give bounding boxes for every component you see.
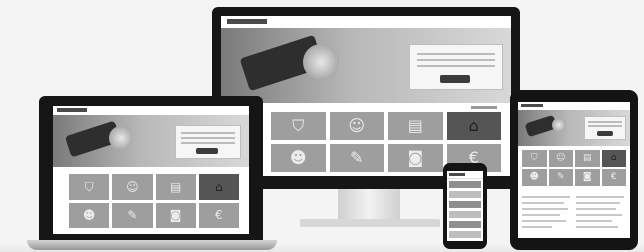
shield-icon: ⛉ <box>292 116 305 135</box>
tablet: ⛉ ☺ ▤ ⌂ ☻ ✎ ◙ € <box>510 90 638 250</box>
camera-icon: ◙ <box>407 148 424 167</box>
euro-icon: € <box>610 172 617 182</box>
phone-menu-item[interactable] <box>449 191 481 198</box>
bank-icon: ⌂ <box>468 116 479 135</box>
hero-banner <box>53 115 249 167</box>
service-tile[interactable]: ☻ <box>271 144 326 172</box>
service-tile[interactable]: ✎ <box>112 202 153 228</box>
tablet-screen: ⛉ ☺ ▤ ⌂ ☻ ✎ ◙ € <box>518 102 630 238</box>
service-tile[interactable]: € <box>601 169 626 186</box>
camera-icon: ◙ <box>169 208 182 223</box>
hero-banner <box>221 28 511 103</box>
laptop-screen: ⛉ ☺ ▤ ⌂ ☻ ✎ ◙ € <box>53 106 249 234</box>
user-icon: ☺ <box>126 179 139 194</box>
hero-callout <box>409 44 503 90</box>
document-icon: ▤ <box>407 116 423 135</box>
tools-icon: ✎ <box>127 208 138 223</box>
service-tile[interactable]: ⌂ <box>198 174 239 200</box>
service-tile[interactable]: € <box>198 202 239 228</box>
service-tile[interactable]: ⛉ <box>271 112 326 140</box>
site-logo <box>449 173 465 176</box>
laptop: ⛉ ☺ ▤ ⌂ ☻ ✎ ◙ € <box>39 96 263 244</box>
phone-menu-item[interactable] <box>449 221 481 228</box>
tools-icon: ✎ <box>556 172 565 182</box>
service-tile[interactable]: ☺ <box>112 174 153 200</box>
service-tiles: ⛉ ☺ ▤ ⌂ ☻ ✎ ◙ € <box>69 174 239 228</box>
service-tile[interactable]: ☻ <box>522 169 547 186</box>
monitor-screen: ⛉ ☺ ▤ ⌂ ☻ ✎ ◙ € <box>221 16 511 176</box>
service-tile[interactable]: ✎ <box>548 169 573 186</box>
phone-menu-item[interactable] <box>449 211 481 218</box>
shield-icon: ⛉ <box>530 153 538 163</box>
monitor-stand-neck <box>338 189 400 221</box>
smartphone <box>443 163 487 249</box>
shield-icon: ⛉ <box>84 179 94 194</box>
service-tile[interactable]: ◙ <box>155 202 196 228</box>
site-logo <box>57 108 87 112</box>
floor-shadow <box>0 244 644 252</box>
site-logo <box>227 19 267 24</box>
bank-icon: ⌂ <box>215 179 223 194</box>
service-tile[interactable]: ◙ <box>388 144 443 172</box>
hero-callout-button[interactable] <box>196 148 218 154</box>
phone-menu <box>449 181 481 241</box>
service-tile[interactable]: ◙ <box>575 169 600 186</box>
hero-callout <box>175 125 241 159</box>
footer-text <box>518 192 630 238</box>
small-link[interactable] <box>471 106 497 109</box>
service-tile[interactable]: ▤ <box>155 174 196 200</box>
phone-menu-item[interactable] <box>449 201 481 208</box>
hero-callout-button[interactable] <box>597 131 613 136</box>
phone-screen <box>447 171 483 241</box>
service-tile[interactable]: ⌂ <box>446 112 501 140</box>
coin-image <box>552 118 566 132</box>
add-user-icon: ☻ <box>529 172 539 182</box>
service-tile[interactable]: ☻ <box>69 202 110 228</box>
hero-callout-button[interactable] <box>440 75 470 83</box>
monitor-stand-base <box>300 219 440 227</box>
euro-icon: € <box>215 208 223 223</box>
camera-icon: ◙ <box>582 172 592 182</box>
user-icon: ☺ <box>556 153 566 163</box>
service-tile[interactable]: ☺ <box>329 112 384 140</box>
document-icon: ▤ <box>582 153 592 163</box>
service-tile[interactable]: ✎ <box>329 144 384 172</box>
hero-callout <box>584 116 626 140</box>
coin-image <box>303 44 339 80</box>
service-tile[interactable]: ⌂ <box>601 150 626 167</box>
site-header <box>447 171 483 179</box>
service-tiles: ⛉ ☺ ▤ ⌂ ☻ ✎ ◙ € <box>522 150 626 186</box>
user-icon: ☺ <box>348 116 366 135</box>
coin-image <box>109 126 133 150</box>
bank-icon: ⌂ <box>610 153 617 163</box>
tools-icon: ✎ <box>350 148 364 167</box>
phone-menu-item[interactable] <box>449 231 481 238</box>
service-tile[interactable]: ⛉ <box>69 174 110 200</box>
service-tile[interactable]: ⛉ <box>522 150 547 167</box>
add-user-icon: ☻ <box>289 148 307 167</box>
service-tile[interactable]: ▤ <box>388 112 443 140</box>
hero-banner <box>518 110 630 146</box>
phone-menu-item[interactable] <box>449 181 481 188</box>
document-icon: ▤ <box>169 179 182 194</box>
site-logo <box>521 104 543 107</box>
service-tile[interactable]: ▤ <box>575 150 600 167</box>
add-user-icon: ☻ <box>82 208 96 223</box>
service-tile[interactable]: ☺ <box>548 150 573 167</box>
